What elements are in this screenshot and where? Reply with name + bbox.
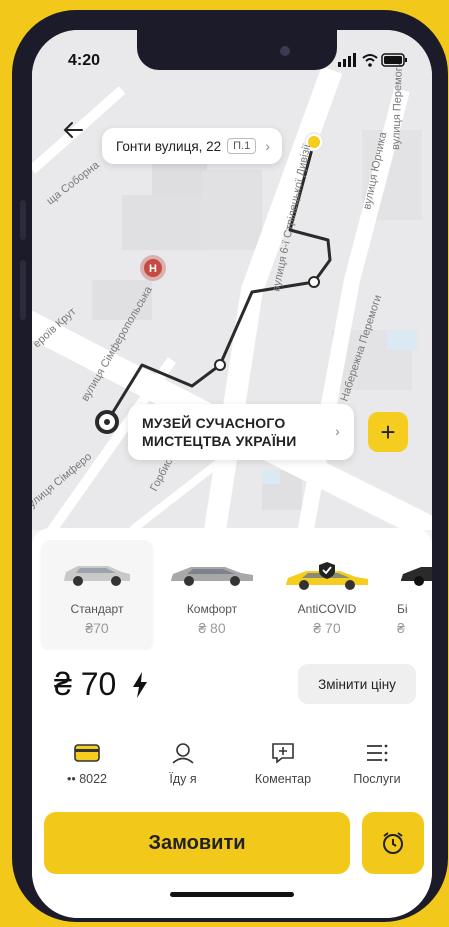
person-icon — [172, 743, 194, 764]
pickup-address: Гонти вулиця, 22 — [116, 138, 222, 154]
option-label: Їду я — [169, 772, 197, 786]
car-icon — [286, 562, 368, 590]
change-price-button[interactable]: Змінити ціну — [298, 664, 416, 704]
tariff-price: ₴70 — [85, 620, 109, 636]
payment-option[interactable]: •• 8022 — [42, 742, 132, 786]
add-stop-button[interactable]: + — [368, 412, 408, 452]
tariff-name: Стандарт — [70, 602, 124, 616]
wifi-icon — [362, 54, 378, 67]
chevron-right-icon: › — [265, 138, 270, 154]
status-time: 4:20 — [68, 52, 101, 69]
entrance-badge: П.1 — [227, 138, 257, 154]
car-icon — [171, 567, 253, 586]
card-icon — [74, 744, 100, 762]
option-label: Коментар — [254, 772, 312, 786]
schedule-button[interactable] — [362, 812, 424, 874]
battery-icon — [381, 53, 407, 67]
option-label: •• 8022 — [66, 772, 108, 786]
hospital-label: H — [149, 263, 157, 275]
map[interactable]: H ща Соборна вулиця 6-ї Стрілецької Диві… — [32, 30, 432, 552]
car-icon — [401, 567, 432, 586]
tariff-list[interactable]: Стандарт ₴70 Комфорт ₴ 80 AntiCOVID ₴ 70… — [32, 540, 432, 650]
route-waypoint-icon — [308, 276, 320, 288]
tariff-business[interactable]: Бі ₴ — [387, 540, 432, 650]
alarm-clock-icon — [383, 832, 403, 854]
signal-icon — [338, 53, 356, 67]
tariff-price: ₴ — [397, 620, 405, 636]
destination-name-line1: МУЗЕЙ СУЧАСНОГО — [142, 415, 286, 431]
order-sheet: Стандарт ₴70 Комфорт ₴ 80 AntiCOVID ₴ 70… — [32, 528, 432, 918]
tariff-name: Бі — [397, 602, 408, 616]
services-icon — [367, 744, 388, 762]
screen: H ща Соборна вулиця 6-ї Стрілецької Диві… — [32, 30, 432, 918]
camera — [280, 46, 290, 56]
plus-icon: + — [380, 416, 396, 447]
comment-icon — [272, 743, 294, 764]
tariff-name: AntiCOVID — [297, 602, 357, 616]
tariff-standard[interactable]: Стандарт ₴70 — [42, 540, 152, 650]
services-option[interactable]: Послуги — [332, 742, 422, 786]
tariff-price: ₴ 70 — [313, 620, 341, 636]
comment-option[interactable]: Коментар — [238, 742, 328, 786]
chevron-right-icon: › — [335, 423, 340, 439]
pickup-address-pill[interactable]: Гонти вулиця, 22 П.1 › — [102, 128, 282, 164]
order-options: •• 8022 Їду я Коментар Послуги — [32, 742, 432, 802]
tariff-comfort[interactable]: Комфорт ₴ 80 — [157, 540, 267, 650]
phone-frame: H ща Соборна вулиця 6-ї Стрілецької Диві… — [12, 10, 448, 922]
car-icon — [64, 566, 130, 586]
arrow-left-icon — [63, 122, 83, 138]
destination-name-line2: МИСТЕЦТВА УКРАЇНИ — [142, 433, 297, 449]
status-bar: 4:20 — [32, 30, 432, 90]
notch — [137, 30, 337, 70]
phone-side-button — [20, 200, 26, 240]
tariff-price: ₴ 80 — [198, 620, 226, 636]
phone-side-button — [20, 260, 26, 320]
route-waypoint-icon — [214, 359, 226, 371]
street-label: ща Соборна — [44, 159, 102, 208]
price-row: ₴ 70 Змінити ціну — [32, 660, 432, 720]
passenger-option[interactable]: Їду я — [138, 742, 228, 786]
lightning-icon — [133, 672, 147, 698]
tariff-anticovid[interactable]: AntiCOVID ₴ 70 — [272, 540, 382, 650]
back-button[interactable] — [62, 118, 90, 142]
order-button[interactable]: Замовити — [44, 812, 350, 874]
option-label: Послуги — [353, 772, 401, 786]
destination-address-pill[interactable]: МУЗЕЙ СУЧАСНОГО МИСТЕЦТВА УКРАЇНИ › — [128, 404, 354, 460]
price-value: ₴ 70 — [54, 666, 117, 702]
home-indicator — [170, 892, 294, 897]
tariff-name: Комфорт — [186, 602, 238, 616]
status-icons — [338, 53, 407, 67]
